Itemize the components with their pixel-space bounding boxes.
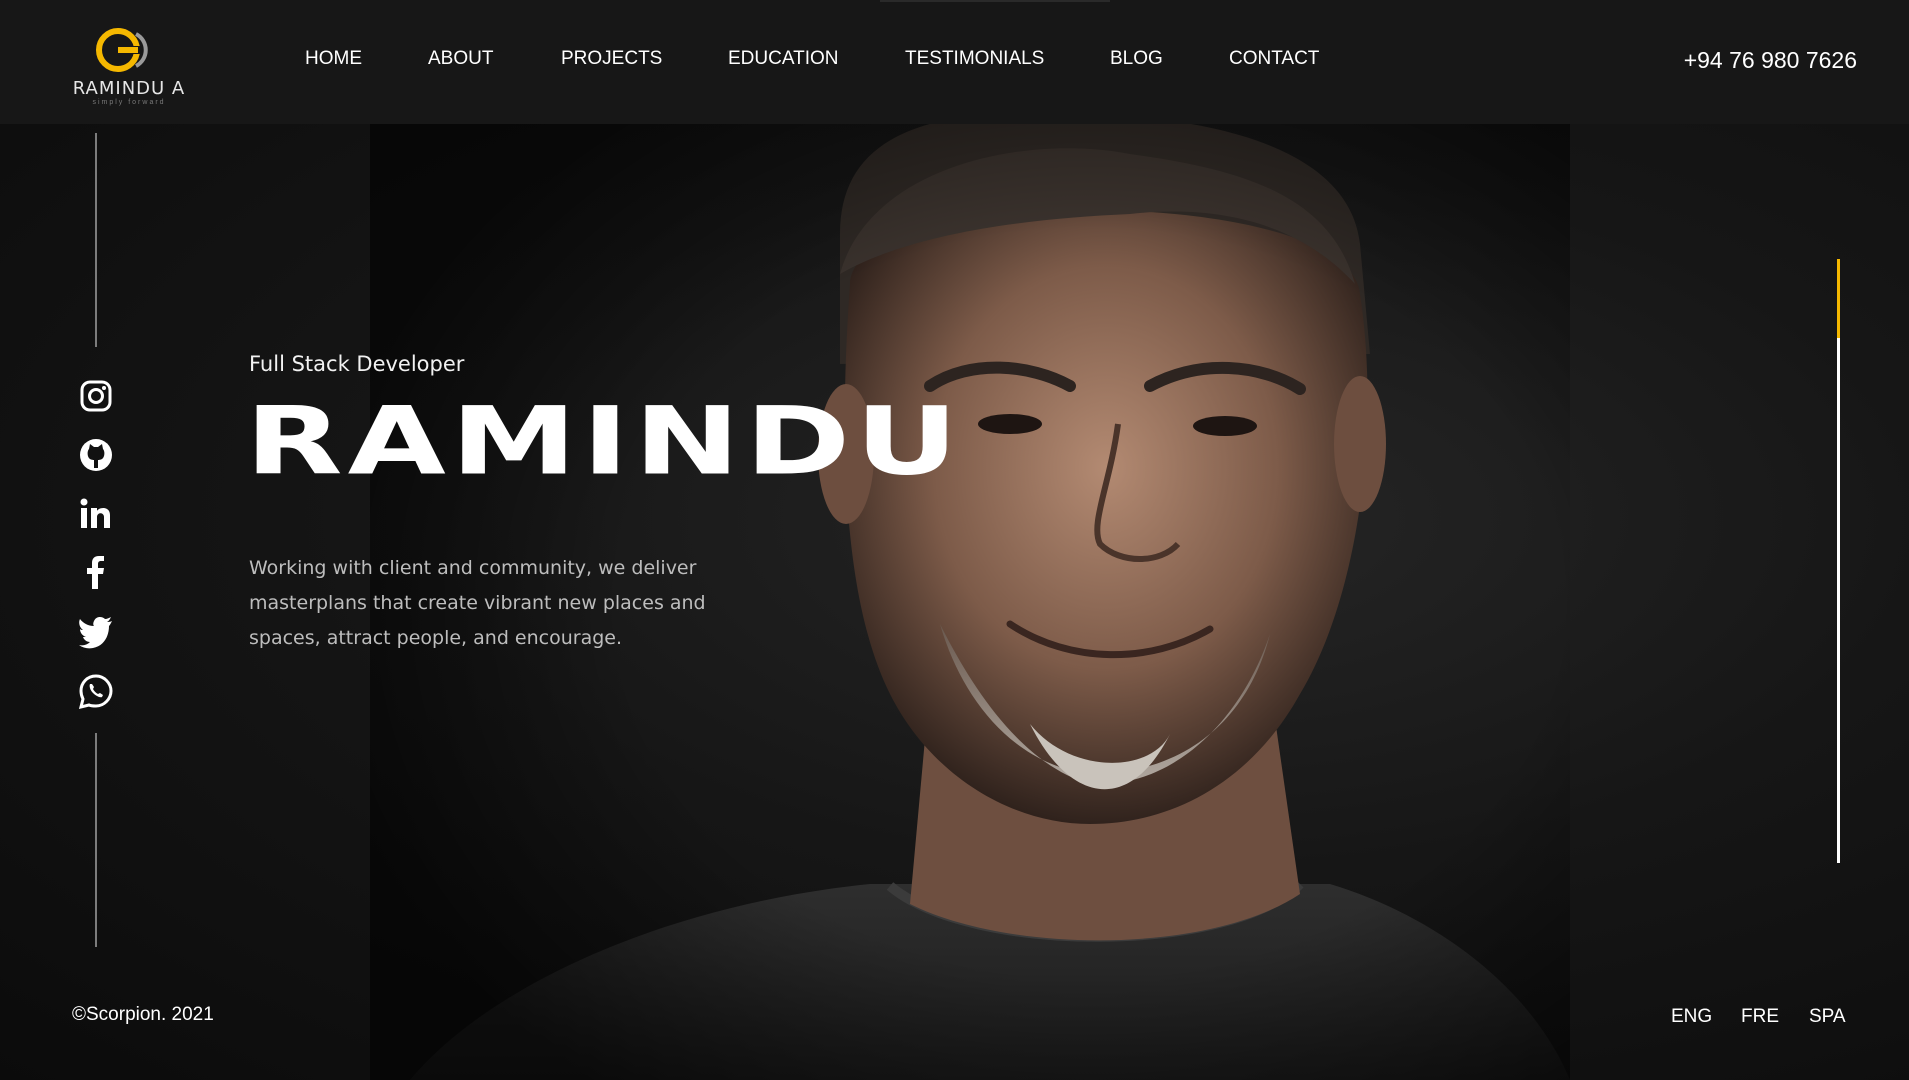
- nav-projects[interactable]: PROJECTS: [561, 48, 662, 70]
- nav-testimonials[interactable]: TESTIMONIALS: [905, 48, 1044, 70]
- page: RAMINDU A simply forward HOME ABOUT PROJ…: [0, 0, 1909, 1080]
- facebook-icon[interactable]: [76, 553, 116, 593]
- instagram-icon[interactable]: [76, 376, 116, 416]
- linkedin-icon[interactable]: [76, 494, 116, 534]
- nav-blog[interactable]: BLOG: [1110, 48, 1163, 70]
- copyright-text: ©Scorpion. 2021: [72, 1004, 214, 1025]
- nav-education[interactable]: EDUCATION: [728, 48, 838, 70]
- github-icon[interactable]: [76, 435, 116, 475]
- phone-number[interactable]: +94 76 980 7626: [1684, 47, 1857, 74]
- hero-name: RAMINDU: [245, 386, 964, 496]
- language-spa[interactable]: SPA: [1809, 1006, 1846, 1028]
- logo-mark-icon: [96, 28, 148, 72]
- scroll-progress-fill: [1837, 259, 1840, 338]
- twitter-icon[interactable]: [76, 612, 116, 652]
- nav-contact[interactable]: CONTACT: [1229, 48, 1319, 70]
- scroll-progress-bar: [1837, 259, 1840, 863]
- hero-description: Working with client and community, we de…: [249, 557, 706, 649]
- social-rail-line-bottom: [95, 733, 97, 947]
- site-header: RAMINDU A simply forward HOME ABOUT PROJ…: [0, 0, 1909, 124]
- nav-home[interactable]: HOME: [305, 48, 362, 70]
- header-divider: [880, 0, 1110, 2]
- logo[interactable]: RAMINDU A simply forward: [62, 26, 192, 110]
- whatsapp-icon[interactable]: [76, 671, 116, 711]
- logo-tagline: simply forward: [92, 99, 166, 106]
- social-rail-line-top: [95, 133, 97, 347]
- hero-subtitle: Full Stack Developer: [249, 352, 465, 376]
- language-fre[interactable]: FRE: [1741, 1006, 1779, 1028]
- nav-about[interactable]: ABOUT: [428, 48, 493, 70]
- logo-name: RAMINDU A: [72, 78, 186, 99]
- language-eng[interactable]: ENG: [1671, 1006, 1712, 1028]
